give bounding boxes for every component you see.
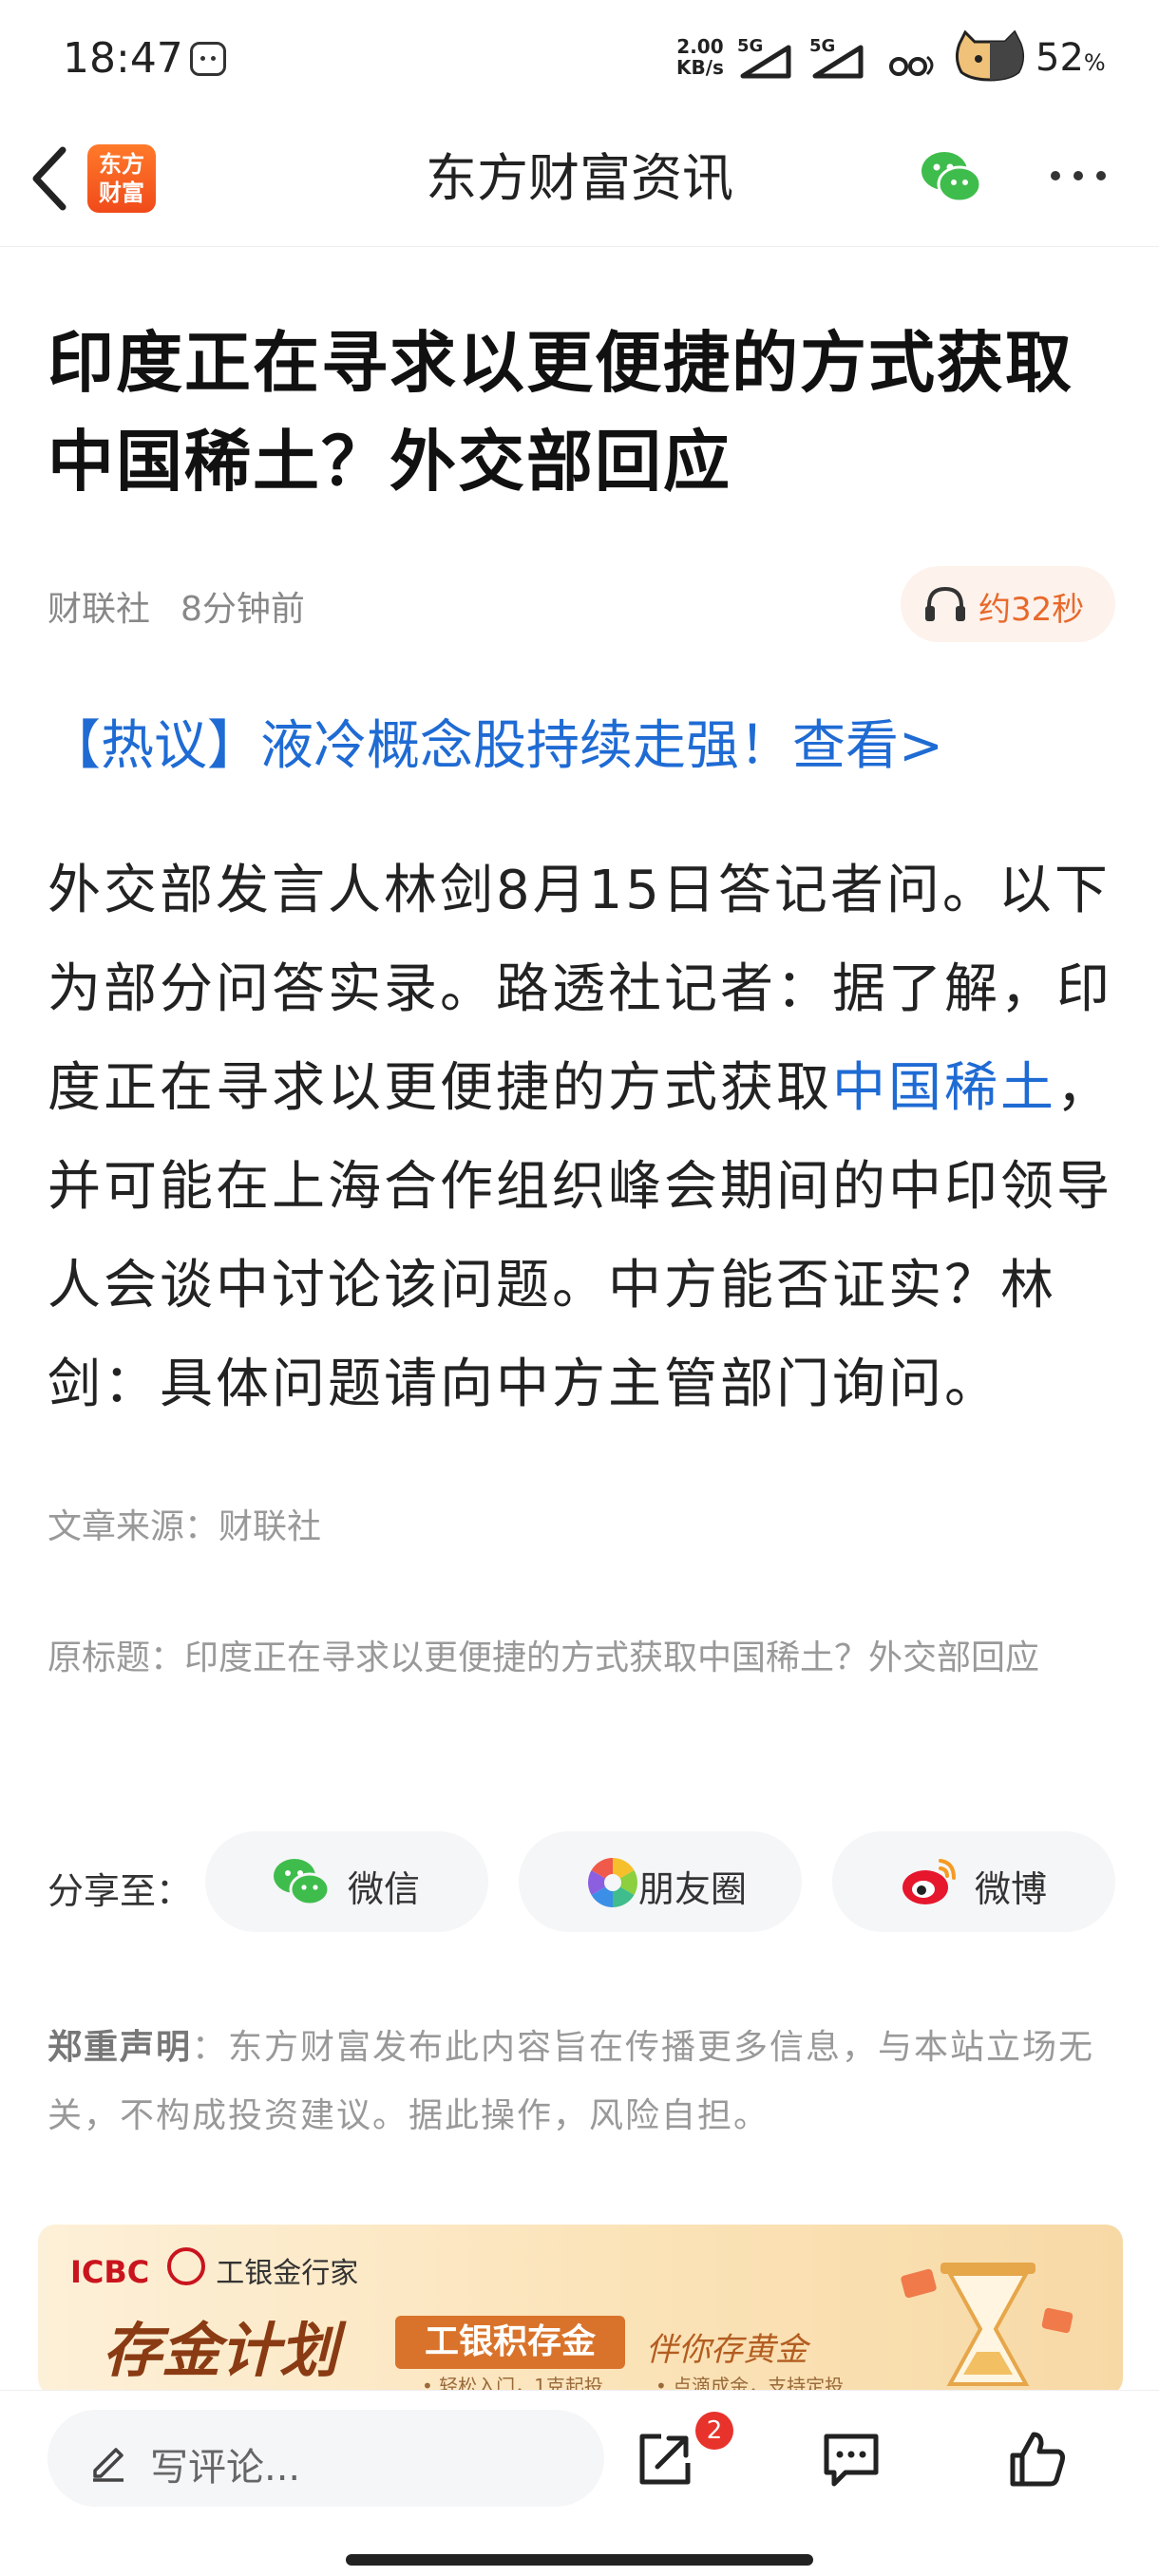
hot-topic-link[interactable]: 【热议】液冷概念股持续走强！查看> <box>48 703 943 780</box>
notification-face-icon <box>190 42 226 76</box>
hourglass-illustration-icon <box>901 2263 1074 2386</box>
rare-earth-link[interactable]: 中国稀土 <box>832 1057 1056 1119</box>
ad-brand-en: ICBC <box>70 2254 150 2290</box>
status-bar: 18:47 2.00 KB/s 5G 5G 52% <box>0 0 1159 114</box>
more-options-button[interactable] <box>1051 165 1108 188</box>
ad-headline: 存金计划 <box>103 2316 339 2385</box>
ad-slogan: 伴你存黄金 <box>646 2331 808 2369</box>
ad-brand: ICBC 工银金行家 <box>70 2249 358 2291</box>
signal-label: 5G <box>737 36 764 56</box>
article-meta: 财联社 8分钟前 <box>48 581 305 631</box>
audio-duration: 约32秒 <box>978 591 1085 629</box>
thumbs-up-icon <box>1010 2432 1065 2487</box>
headphones-icon <box>925 586 965 621</box>
article-time: 8分钟前 <box>180 590 305 629</box>
wechat-share-button[interactable] <box>918 144 984 211</box>
share-weibo-label: 微博 <box>975 1868 1048 1910</box>
ad-tag: 工银积存金 <box>395 2316 625 2369</box>
comment-input[interactable]: 写评论... <box>48 2410 604 2507</box>
like-button[interactable] <box>1007 2429 1068 2490</box>
comment-bubble-icon <box>824 2434 879 2487</box>
comment-placeholder: 写评论... <box>150 2446 301 2490</box>
article-source-line: 文章来源：财联社 <box>48 1507 322 1546</box>
battery-level: 52% <box>1036 36 1106 80</box>
ad-banner[interactable]: ICBC 工银金行家 存金计划 工银积存金 伴你存黄金 • 轻松入门，1克起投 •… <box>38 2225 1123 2396</box>
share-moments-button[interactable]: 朋友圈 <box>519 1831 802 1932</box>
weibo-icon <box>902 1859 956 1904</box>
signal-icon: 5G <box>737 36 794 84</box>
disclaimer-text: ：东方财富发布此内容旨在传播更多信息，与本站立场无关，不构成投资建议。据此操作，… <box>48 2028 1095 2135</box>
original-title: 原标题：印度正在寻求以更便捷的方式获取中国稀土？外交部回应 <box>48 1638 1040 1677</box>
signal-icon-2: 5G <box>809 36 866 84</box>
nav-bar: 东方 财富 东方财富资讯 <box>0 114 1159 247</box>
disclaimer: 郑重声明：东方财富发布此内容旨在传播更多信息，与本站立场无关，不构成投资建议。据… <box>48 2014 1121 2150</box>
share-moments-label: 朋友圈 <box>638 1868 748 1910</box>
article-body: 外交部发言人林剑8月15日答记者问。以下为部分问答实录。路透社记者：据了解，印度… <box>48 842 1121 1434</box>
battery-icon <box>955 30 1025 82</box>
share-icon <box>639 2434 691 2485</box>
share-wechat-label: 微信 <box>348 1868 421 1910</box>
bottom-bar: 写评论... 2 <box>0 2390 1159 2576</box>
signal-label-2: 5G <box>809 36 836 56</box>
listen-audio-button[interactable]: 约32秒 <box>901 566 1115 642</box>
network-speed: 2.00 KB/s <box>676 36 724 78</box>
battery-value: 52 <box>1036 36 1084 80</box>
comments-button[interactable] <box>821 2429 882 2490</box>
page-title: 东方财富资讯 <box>426 148 733 208</box>
disclaimer-label: 郑重声明 <box>48 2028 193 2067</box>
share-count-badge: 2 <box>695 2412 733 2450</box>
article-title: 印度正在寻求以更便捷的方式获取中国稀土？外交部回应 <box>48 324 1074 501</box>
icbc-logo-icon <box>167 2247 205 2285</box>
network-speed-value: 2.00 <box>676 35 724 58</box>
article-source[interactable]: 财联社 <box>48 590 150 629</box>
battery-unit: % <box>1083 49 1106 76</box>
wechat-icon <box>274 1859 331 1906</box>
share-button[interactable] <box>635 2429 695 2490</box>
headphones-connected-icon <box>889 55 934 76</box>
share-wechat-button[interactable]: 微信 <box>205 1831 488 1932</box>
share-weibo-button[interactable]: 微博 <box>832 1831 1115 1932</box>
network-speed-unit: KB/s <box>676 56 724 79</box>
wechat-icon <box>922 152 982 203</box>
status-time: 18:47 <box>63 34 183 83</box>
moments-aperture-icon <box>588 1858 637 1907</box>
ad-brand-cn: 工银金行家 <box>216 2257 359 2290</box>
pencil-icon <box>93 2448 124 2482</box>
share-label: 分享至： <box>48 1870 193 1912</box>
home-indicator[interactable] <box>346 2554 813 2566</box>
